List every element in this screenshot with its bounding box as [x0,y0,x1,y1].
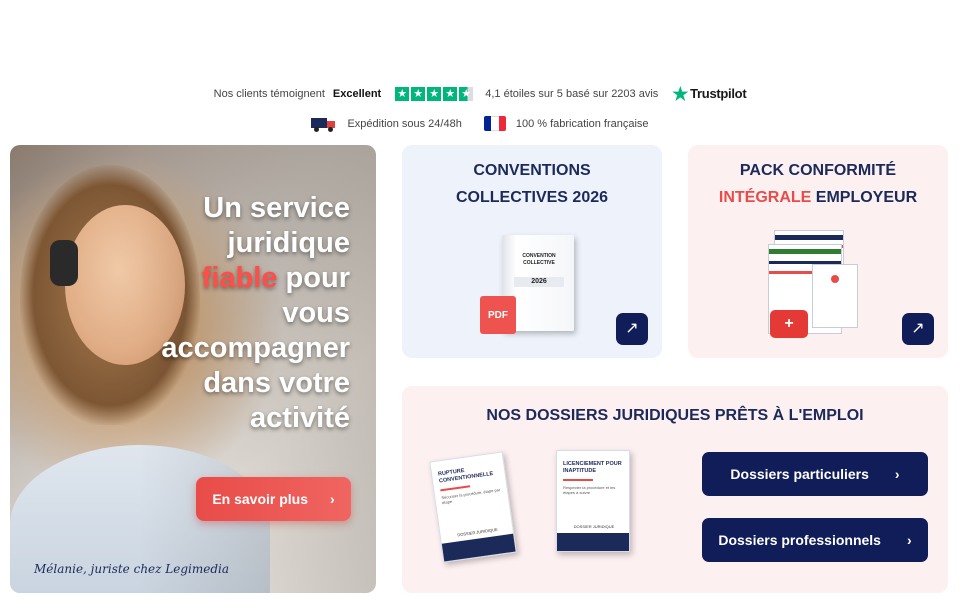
hero-headline: Un service juridique fiable pour vous ac… [161,192,350,434]
rupture-conventionnelle-book: RUPTURE CONVENTIONNELLE Sécuriser la pro… [429,451,517,563]
trust-rating-word: Excellent [332,87,382,100]
learn-more-button[interactable]: En savoir plus › [196,477,351,521]
star-icon: ★ [395,86,410,101]
licenciement-inaptitude-book: LICENCIEMENT POUR INAPTITUDE Respecter l… [556,450,630,552]
chevron-right-icon: › [330,491,335,507]
half-star-icon: ★ [459,86,474,101]
arrow-up-right-icon: ↗ [625,320,639,337]
pdf-icon: PDF [480,296,516,334]
trustpilot-bar[interactable]: Nos clients témoignent Excellent ★ ★ ★ ★… [0,83,960,104]
trustpilot-brand: Trustpilot [690,86,747,101]
pack-card-title: PACK CONFORMITÉ INTÉGRALE EMPLOYEUR [718,162,918,206]
chevron-right-icon: › [894,466,900,482]
chevron-right-icon: › [906,532,912,548]
conventions-arrow-button[interactable]: ↗ [616,313,648,345]
french-flag-icon [483,116,506,131]
delivery-truck-icon [311,117,337,132]
dossiers-particuliers-button[interactable]: Dossiers particuliers › [702,452,928,496]
arrow-up-right-icon: ↗ [911,320,925,337]
page: Nos clients témoignent Excellent ★ ★ ★ ★… [0,0,960,600]
trust-prefix: Nos clients témoignent [213,87,325,100]
pack-arrow-button[interactable]: ↗ [902,313,934,345]
trustpilot-star-icon: ★ [672,83,689,104]
trust-rating-text: 4,1 étoiles sur 5 basé sur 2203 avis [485,87,659,100]
star-icon: ★ [427,86,442,101]
dossiers-professionnels-label: Dossiers professionnels [718,532,881,548]
dossiers-professionnels-button[interactable]: Dossiers professionnels › [702,518,928,562]
hero-banner[interactable]: Un service juridique fiable pour vous ac… [10,145,376,593]
dossiers-particuliers-label: Dossiers particuliers [730,466,869,482]
learn-more-label: En savoir plus [212,491,309,507]
conventions-card-title: CONVENTIONS COLLECTIVES 2026 [455,162,609,206]
trustpilot-logo[interactable]: ★ Trustpilot [672,83,747,104]
hero-signature: Mélanie, juriste chez Legimedia [34,562,230,576]
first-aid-kit-icon: + [770,310,808,338]
shipping-info-bar: Expédition sous 24/48h 100 % fabrication… [0,116,960,132]
hero-accent-word: fiable [201,262,278,294]
dossiers-card-title: NOS DOSSIERS JURIDIQUES PRÊTS À L'EMPLOI [486,407,864,424]
shipping-delay-text: Expédition sous 24/48h [347,117,462,130]
star-icon: ★ [411,86,426,101]
trustpilot-stars: ★ ★ ★ ★ ★ [395,86,474,101]
made-in-france-text: 100 % fabrication française [515,117,649,130]
star-icon: ★ [443,86,458,101]
